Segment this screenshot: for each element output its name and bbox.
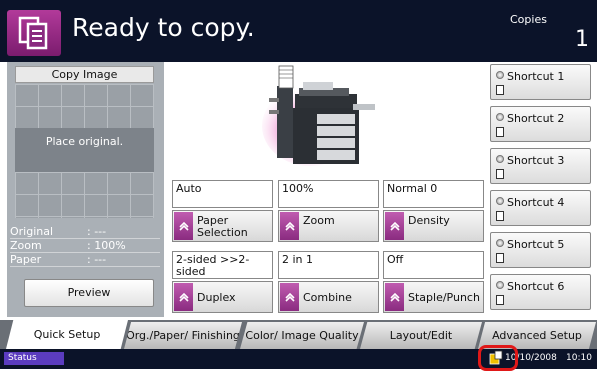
- paper-key: Paper: [10, 253, 42, 266]
- combine-label: Combine: [303, 291, 352, 304]
- chevron-up-icon: [280, 283, 299, 311]
- density-label: Density: [408, 214, 450, 227]
- place-original-message: Place original.: [15, 128, 154, 172]
- zoom-value-box: 100%: [278, 180, 379, 208]
- combine-button[interactable]: Combine: [278, 281, 379, 313]
- highlight-circle: [478, 345, 518, 371]
- shortcut-6-label: Shortcut 6: [507, 280, 565, 293]
- printer-illustration-icon: [255, 64, 385, 172]
- radio-dot-icon: [496, 155, 504, 163]
- tab-org-paper-finishing[interactable]: Org./Paper/ Finishing: [124, 322, 242, 349]
- status-title: Ready to copy.: [72, 13, 255, 42]
- shortcut-1-label: Shortcut 1: [507, 70, 565, 83]
- duplex-label: Duplex: [197, 291, 236, 304]
- zoom-key: Zoom: [10, 239, 42, 252]
- info-divider: [10, 266, 160, 267]
- staple-punch-button[interactable]: Staple/Punch: [383, 281, 484, 313]
- document-icon: [496, 295, 504, 305]
- copy-mode-icon: [7, 10, 61, 56]
- original-value: : ---: [87, 225, 107, 238]
- preview-button[interactable]: Preview: [24, 279, 154, 307]
- shortcut-5-button[interactable]: Shortcut 5: [490, 232, 591, 268]
- tab-quick-setup[interactable]: Quick Setup: [6, 320, 128, 349]
- document-icon: [496, 253, 504, 263]
- duplex-button[interactable]: Duplex: [172, 281, 273, 313]
- staple-punch-label: Staple/Punch: [408, 291, 480, 304]
- radio-dot-icon: [496, 239, 504, 247]
- staple-value-box: Off: [383, 251, 484, 279]
- paper-value: : ---: [87, 253, 107, 266]
- copies-label: Copies: [510, 13, 547, 26]
- radio-dot-icon: [496, 71, 504, 79]
- tab-layout-edit[interactable]: Layout/Edit: [360, 322, 482, 349]
- shortcut-3-button[interactable]: Shortcut 3: [490, 148, 591, 184]
- zoom-button[interactable]: Zoom: [278, 210, 379, 242]
- radio-dot-icon: [496, 113, 504, 121]
- combine-value-box: 2 in 1: [278, 251, 379, 279]
- chevron-up-icon: [385, 212, 404, 240]
- chevron-up-icon: [174, 283, 193, 311]
- zoom-info: Zoom : 100%: [10, 240, 160, 252]
- original-key: Original: [10, 225, 54, 238]
- paper-selection-label: Paper Selection: [197, 214, 248, 239]
- status-button[interactable]: Status: [4, 352, 64, 365]
- tab-color-image-quality[interactable]: Color/ Image Quality: [240, 322, 364, 349]
- document-icon: [496, 127, 504, 137]
- duplex-value-box: 2-sided >>2-sided: [172, 251, 273, 279]
- shortcut-1-button[interactable]: Shortcut 1: [490, 64, 591, 100]
- copies-count: 1: [575, 27, 589, 52]
- original-info: Original : ---: [10, 226, 160, 238]
- copy-image-label: Copy Image: [15, 66, 154, 83]
- density-button[interactable]: Density: [383, 210, 484, 242]
- shortcut-2-button[interactable]: Shortcut 2: [490, 106, 591, 142]
- shortcut-4-button[interactable]: Shortcut 4: [490, 190, 591, 226]
- document-icon: [496, 85, 504, 95]
- paper-value-box: Auto: [172, 180, 273, 208]
- chevron-up-icon: [174, 212, 193, 240]
- status-time: 10:10: [566, 353, 592, 363]
- paper-selection-button[interactable]: Paper Selection: [172, 210, 273, 242]
- shortcut-3-label: Shortcut 3: [507, 154, 565, 167]
- shortcut-6-button[interactable]: Shortcut 6: [490, 274, 591, 310]
- document-icon: [496, 169, 504, 179]
- shortcut-2-label: Shortcut 2: [507, 112, 565, 125]
- paper-info: Paper : ---: [10, 254, 160, 266]
- chevron-up-icon: [385, 283, 404, 311]
- shortcut-5-label: Shortcut 5: [507, 238, 565, 251]
- zoom-value: : 100%: [87, 239, 126, 252]
- zoom-label: Zoom: [303, 214, 335, 227]
- document-icon: [496, 211, 504, 221]
- chevron-up-icon: [280, 212, 299, 240]
- radio-dot-icon: [496, 197, 504, 205]
- radio-dot-icon: [496, 281, 504, 289]
- density-value-box: Normal 0: [383, 180, 484, 208]
- shortcut-4-label: Shortcut 4: [507, 196, 565, 209]
